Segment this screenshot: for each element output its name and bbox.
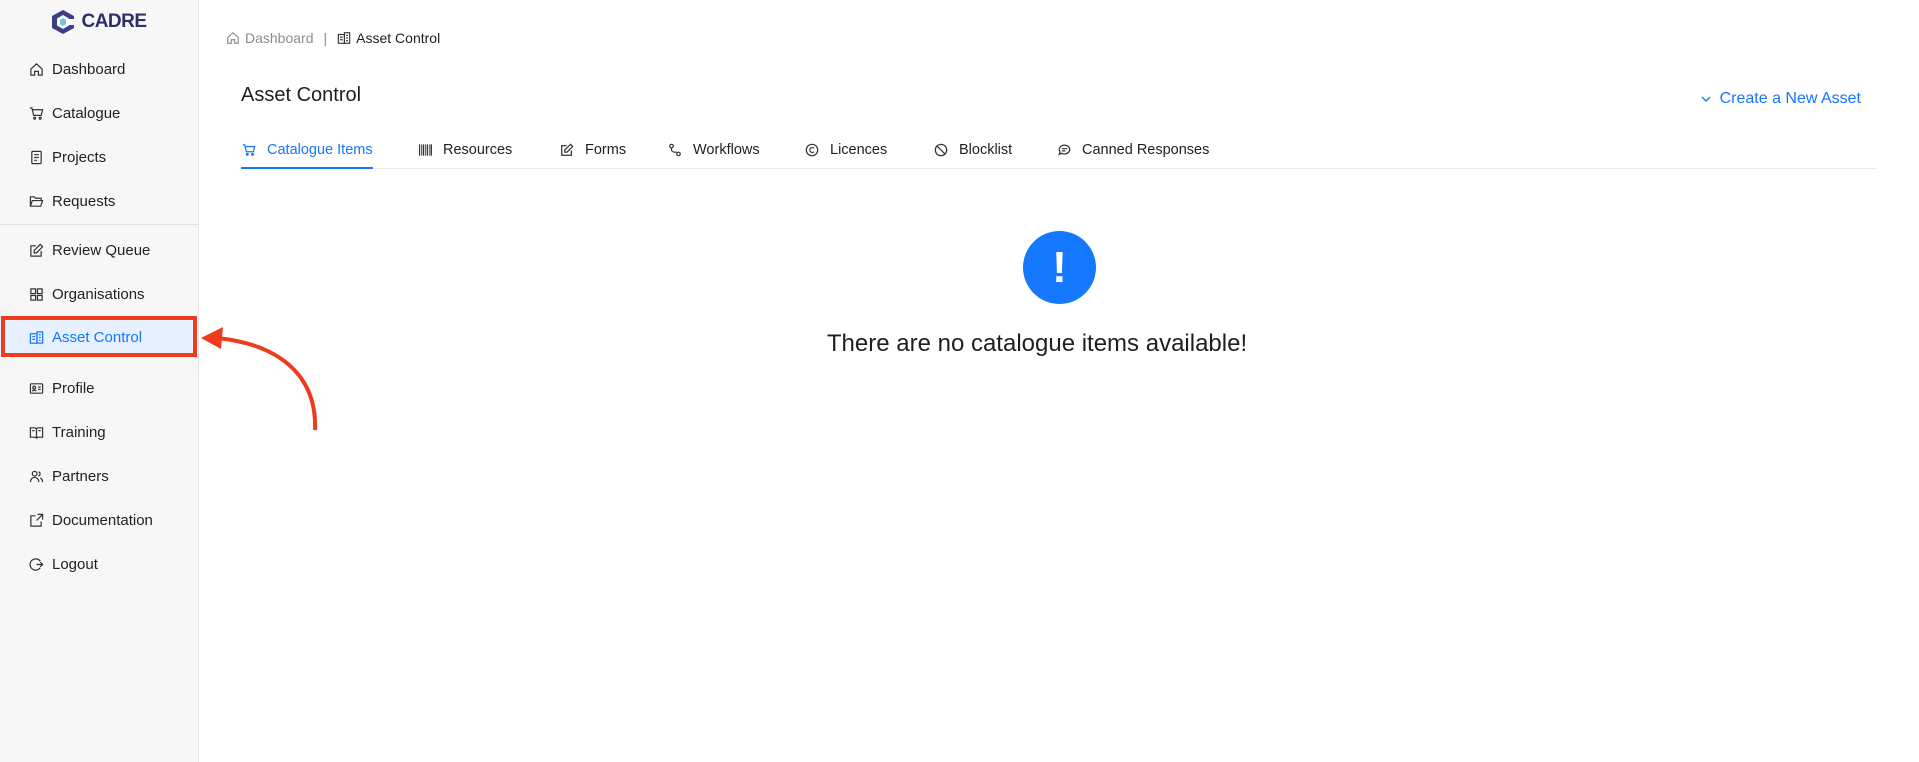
logo[interactable]: CADRE	[0, 0, 198, 44]
tab-label: Blocklist	[959, 142, 1013, 158]
stop-icon	[933, 142, 949, 158]
building-icon	[337, 32, 351, 44]
sidebar-item-label: Dashboard	[52, 60, 126, 78]
breadcrumb-home[interactable]: Dashboard	[226, 30, 314, 46]
tab-catalogue-items[interactable]: Catalogue Items	[241, 132, 373, 169]
home-icon	[28, 61, 44, 77]
sidebar-item-documentation[interactable]: Documentation	[0, 498, 197, 542]
exclamation-mark: !	[1052, 242, 1067, 292]
book-icon	[28, 424, 44, 440]
tab-forms[interactable]: Forms	[559, 132, 626, 168]
empty-state: There are no catalogue items available!	[0, 330, 1919, 358]
sidebar-item-training[interactable]: Training	[0, 410, 197, 454]
breadcrumb-current: Asset Control	[337, 30, 440, 46]
create-asset-label: Create a New Asset	[1719, 90, 1861, 107]
sidebar-item-requests[interactable]: Requests	[0, 179, 197, 223]
sidebar-item-label: Partners	[52, 467, 109, 485]
workflow-icon	[667, 142, 683, 158]
sidebar-item-profile[interactable]: Profile	[0, 366, 197, 410]
partners-icon	[28, 468, 44, 484]
sidebar-item-catalogue[interactable]: Catalogue	[0, 91, 197, 135]
sidebar-item-label: Profile	[52, 379, 95, 397]
cart-icon	[28, 105, 44, 121]
home-icon	[227, 31, 239, 44]
sidebar-item-label: Documentation	[52, 511, 153, 529]
barcode-icon	[417, 142, 433, 158]
tab-label: Canned Responses	[1082, 142, 1210, 158]
sidebar-item-label: Projects	[52, 148, 107, 166]
tab-label: Forms	[585, 142, 627, 158]
breadcrumb-home-label: Dashboard	[245, 30, 314, 46]
tab-label: Licences	[830, 142, 888, 158]
edit-icon	[28, 242, 44, 258]
grid-icon	[28, 286, 44, 302]
create-asset-button[interactable]: Create a New Asset	[1700, 90, 1861, 108]
sidebar-item-label: Review Queue	[52, 241, 151, 259]
logo-text: CADRE	[81, 11, 147, 32]
chat-icon	[1056, 142, 1072, 158]
breadcrumb-current-label: Asset Control	[356, 30, 441, 46]
cadre-logo-icon	[52, 10, 75, 34]
id-card-icon	[28, 380, 44, 396]
sidebar-item-label: Organisations	[52, 285, 145, 303]
breadcrumb: Dashboard | Asset Control	[226, 30, 440, 46]
cart-icon	[241, 142, 257, 158]
sidebar-item-review-queue[interactable]: Review Queue	[0, 228, 197, 272]
tab-label: Workflows	[693, 142, 760, 158]
warning-icon: !	[1023, 231, 1096, 304]
document-icon	[28, 149, 44, 165]
sidebar-item-dashboard[interactable]: Dashboard	[0, 47, 197, 91]
edit-icon	[559, 142, 575, 158]
tab-canned-responses[interactable]: Canned Responses	[1056, 132, 1209, 168]
sidebar-item-label: Logout	[52, 555, 98, 573]
external-edit-icon	[28, 512, 44, 528]
copyright-icon	[804, 142, 820, 158]
sidebar-item-label: Catalogue	[52, 104, 121, 122]
tab-label: Resources	[443, 142, 513, 158]
breadcrumb-separator: |	[323, 30, 328, 46]
chevron-down-icon	[1701, 96, 1711, 102]
folder-open-icon	[28, 193, 44, 209]
tab-blocklist[interactable]: Blocklist	[933, 132, 1012, 168]
sidebar-item-label: Training	[52, 423, 106, 441]
sidebar: CADRE Dashboard Catalogue Projects Reque…	[0, 0, 199, 762]
tab-resources[interactable]: Resources	[417, 132, 512, 168]
logout-icon	[28, 556, 44, 572]
page-title: Asset Control	[241, 84, 362, 106]
tab-licences[interactable]: Licences	[804, 132, 887, 168]
tab-label: Catalogue Items	[267, 142, 373, 158]
sidebar-item-partners[interactable]: Partners	[0, 454, 197, 498]
sidebar-divider	[0, 224, 198, 225]
tab-workflows[interactable]: Workflows	[667, 132, 760, 168]
tab-bar: Catalogue Items Resources Forms Workflow…	[241, 132, 1877, 169]
sidebar-item-organisations[interactable]: Organisations	[0, 272, 197, 316]
sidebar-item-projects[interactable]: Projects	[0, 135, 197, 179]
empty-state-message: There are no catalogue items available!	[826, 330, 1248, 357]
sidebar-item-label: Requests	[52, 192, 116, 210]
sidebar-item-logout[interactable]: Logout	[0, 542, 197, 586]
